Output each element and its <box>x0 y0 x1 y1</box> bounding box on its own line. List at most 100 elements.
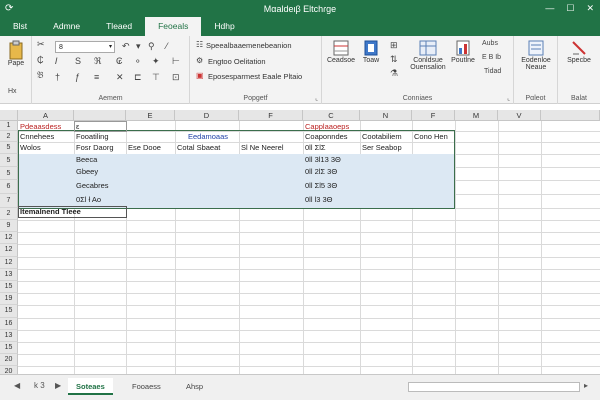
font-name-dropdown[interactable]: 8 ▾ <box>55 41 115 53</box>
clipboard-icon <box>9 40 23 60</box>
delete-cells-button[interactable]: Toaw <box>358 39 384 64</box>
row-header[interactable]: 1 <box>0 121 18 131</box>
maximize-icon[interactable]: ☐ <box>566 3 574 14</box>
row-gridline <box>18 305 600 307</box>
cut-icon[interactable]: ✂ <box>37 39 45 50</box>
editing-group: Specbe Balat <box>558 36 600 104</box>
misc-2[interactable]: E B Ib <box>482 54 501 61</box>
orientation-icon[interactable]: ⊤ <box>152 72 160 83</box>
scroll-right-icon[interactable]: ▸ <box>584 381 588 390</box>
align-right-icon[interactable]: ⊏ <box>134 72 142 83</box>
row-header[interactable]: 5 <box>0 167 18 180</box>
misc-3[interactable]: Tidad <box>484 68 501 75</box>
align-left-icon[interactable]: ≡ <box>94 72 99 82</box>
cells-expand-icon[interactable]: ⌞ <box>507 95 510 102</box>
column-header[interactable]: V <box>498 110 541 121</box>
next-sheet-icon[interactable]: ▶ <box>55 381 61 390</box>
conditional-format-icon[interactable]: ☷ <box>196 40 203 49</box>
column-header[interactable]: F <box>412 110 455 121</box>
lookup-icon <box>528 40 544 56</box>
lookup-button[interactable]: Eodenloe Neaue <box>516 39 556 71</box>
sheet-tab-2[interactable]: Fooaess <box>124 378 169 395</box>
highlight-icon[interactable]: ⚬ <box>134 56 142 67</box>
tab-help[interactable]: Hdhp <box>201 17 247 36</box>
merge-icon[interactable]: ₢ <box>116 56 123 66</box>
close-icon[interactable]: ✕ <box>586 3 594 14</box>
row-header[interactable]: 15 <box>0 281 18 294</box>
row-header[interactable]: 6 <box>0 180 18 194</box>
sheet-index[interactable]: k 3 <box>34 381 45 390</box>
outline-button[interactable]: Poutlne <box>448 39 478 64</box>
row-header[interactable]: 5 <box>0 142 18 154</box>
tab-home[interactable]: Admne <box>40 17 93 36</box>
clear-format-icon[interactable]: ⁄ <box>166 41 168 51</box>
row-header[interactable]: 12 <box>0 244 18 257</box>
spreadsheet-grid[interactable]: AEDFCNFMV 1 2 5 5 5 6 7 2 9 12 12 12 13 15 19 15 16 13 15 2… <box>0 110 600 374</box>
column-header[interactable]: D <box>175 110 239 121</box>
row-header[interactable]: 15 <box>0 342 18 355</box>
column-header[interactable] <box>541 110 600 121</box>
clipboard-expand-icon[interactable]: Hx <box>8 88 17 95</box>
row-header[interactable]: 5 <box>0 154 18 167</box>
row-header[interactable]: 20 <box>0 354 18 367</box>
column-header[interactable]: E <box>126 110 175 121</box>
row-header[interactable]: 16 <box>0 317 18 330</box>
align-middle-icon[interactable]: ƒ <box>75 72 80 82</box>
tab-insert[interactable]: Tleaed <box>93 17 145 36</box>
conditional-button[interactable]: Conldsue Ouensalion <box>410 39 446 71</box>
column-header[interactable]: N <box>360 110 412 121</box>
misc-1[interactable]: Aubs <box>482 40 498 47</box>
prev-sheet-icon[interactable]: ◀ <box>14 381 20 390</box>
minimize-icon[interactable]: — <box>545 3 554 14</box>
select-all-corner[interactable] <box>0 110 18 121</box>
format-table-icon[interactable]: ⚙ <box>196 56 203 65</box>
column-header[interactable]: F <box>239 110 303 121</box>
row-header[interactable]: 2 <box>0 208 18 220</box>
format-painter-icon[interactable]: ₵ <box>37 55 44 65</box>
sort-icon[interactable]: ⇅ <box>390 54 398 65</box>
row-header[interactable]: 12 <box>0 232 18 245</box>
indent-icon[interactable]: ⊢ <box>172 56 180 67</box>
column-header[interactable] <box>74 110 126 121</box>
format-item-2[interactable]: Engtoo Oelitation <box>208 57 266 66</box>
row-gridline <box>18 317 600 319</box>
filter-icon[interactable]: ⚗ <box>390 68 398 79</box>
format-item-1[interactable]: Speealbaaemenebeanion <box>206 41 292 50</box>
align-top-icon[interactable]: † <box>55 72 60 82</box>
tab-file[interactable]: Blst <box>0 17 40 36</box>
row-header[interactable]: 13 <box>0 268 18 281</box>
align-center-icon[interactable]: ✕ <box>116 72 124 83</box>
italic-icon[interactable]: 𝐼 <box>55 56 58 67</box>
row-header[interactable]: 9 <box>0 220 18 233</box>
border-icon[interactable]: ⊡ <box>172 72 180 83</box>
underline-icon[interactable]: S <box>75 56 81 66</box>
format-item-3[interactable]: Eposesparmest Eaale Pltaio <box>208 72 302 81</box>
sheet-tab-3[interactable]: Ahsp <box>178 378 211 395</box>
row-header[interactable]: 7 <box>0 194 18 208</box>
special-button[interactable]: Specbe <box>560 39 598 64</box>
column-header[interactable]: M <box>455 110 498 121</box>
cell-styles-icon[interactable]: ▣ <box>196 71 204 80</box>
table-icon[interactable]: ⊞ <box>390 40 398 51</box>
decrease-font-icon[interactable]: ↶ <box>122 41 130 52</box>
row-header[interactable]: 12 <box>0 256 18 269</box>
tab-formulas[interactable]: Feoeals <box>145 17 202 36</box>
column-header[interactable]: A <box>18 110 74 121</box>
chevron-down-icon: ▾ <box>108 44 112 50</box>
wrap-icon[interactable]: ℜ <box>94 56 101 67</box>
sheet-tab-1[interactable]: Soteaes <box>68 378 113 395</box>
insert-cells-button[interactable]: Ceadsoe <box>324 39 358 64</box>
sparkle-icon[interactable]: ✦ <box>152 56 160 67</box>
column-header[interactable]: C <box>303 110 360 121</box>
horizontal-scrollbar[interactable] <box>408 382 580 392</box>
copy-icon[interactable]: ⚲ <box>148 41 155 52</box>
font-color-icon[interactable]: ▾ <box>136 41 141 52</box>
row-header[interactable]: 19 <box>0 293 18 306</box>
format-expand-icon[interactable]: ⌞ <box>315 95 318 102</box>
bold-icon[interactable]: 𝔅 <box>37 70 44 81</box>
row-header[interactable]: 20 <box>0 366 18 374</box>
row-header[interactable]: 13 <box>0 329 18 342</box>
row-header[interactable]: 15 <box>0 305 18 318</box>
row-header[interactable]: 2 <box>0 131 18 142</box>
paste-button[interactable]: Pape <box>4 40 28 67</box>
